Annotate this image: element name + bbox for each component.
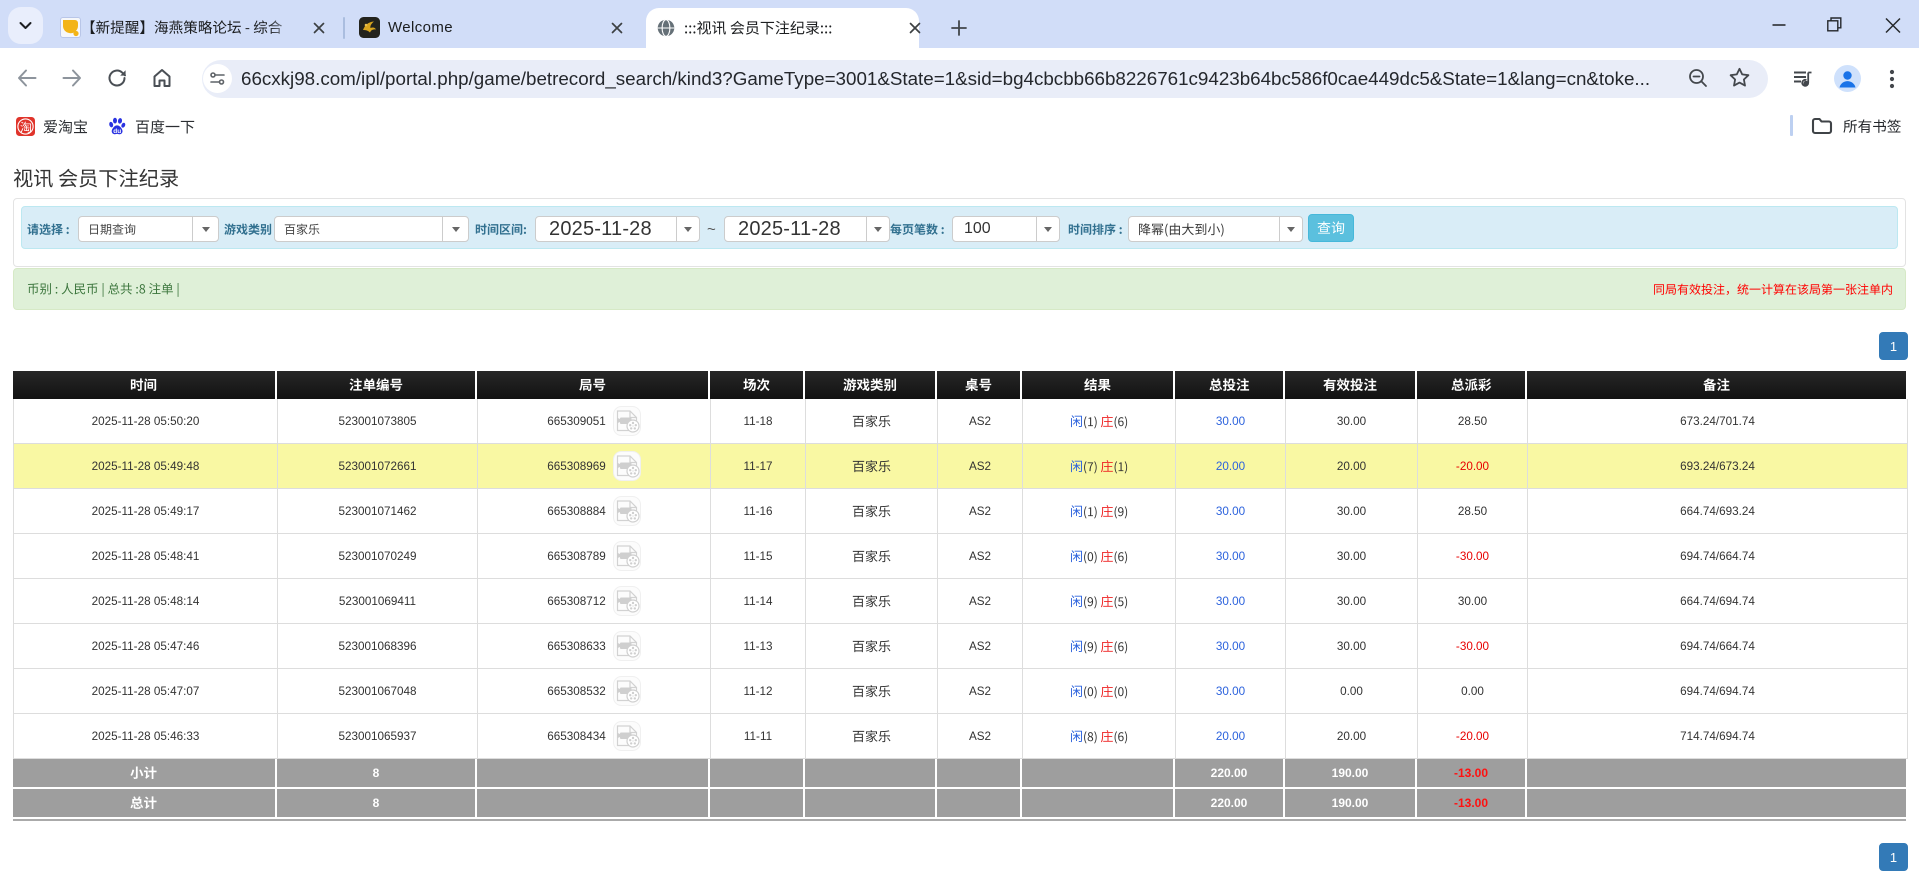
svg-text:du: du [113,128,121,135]
